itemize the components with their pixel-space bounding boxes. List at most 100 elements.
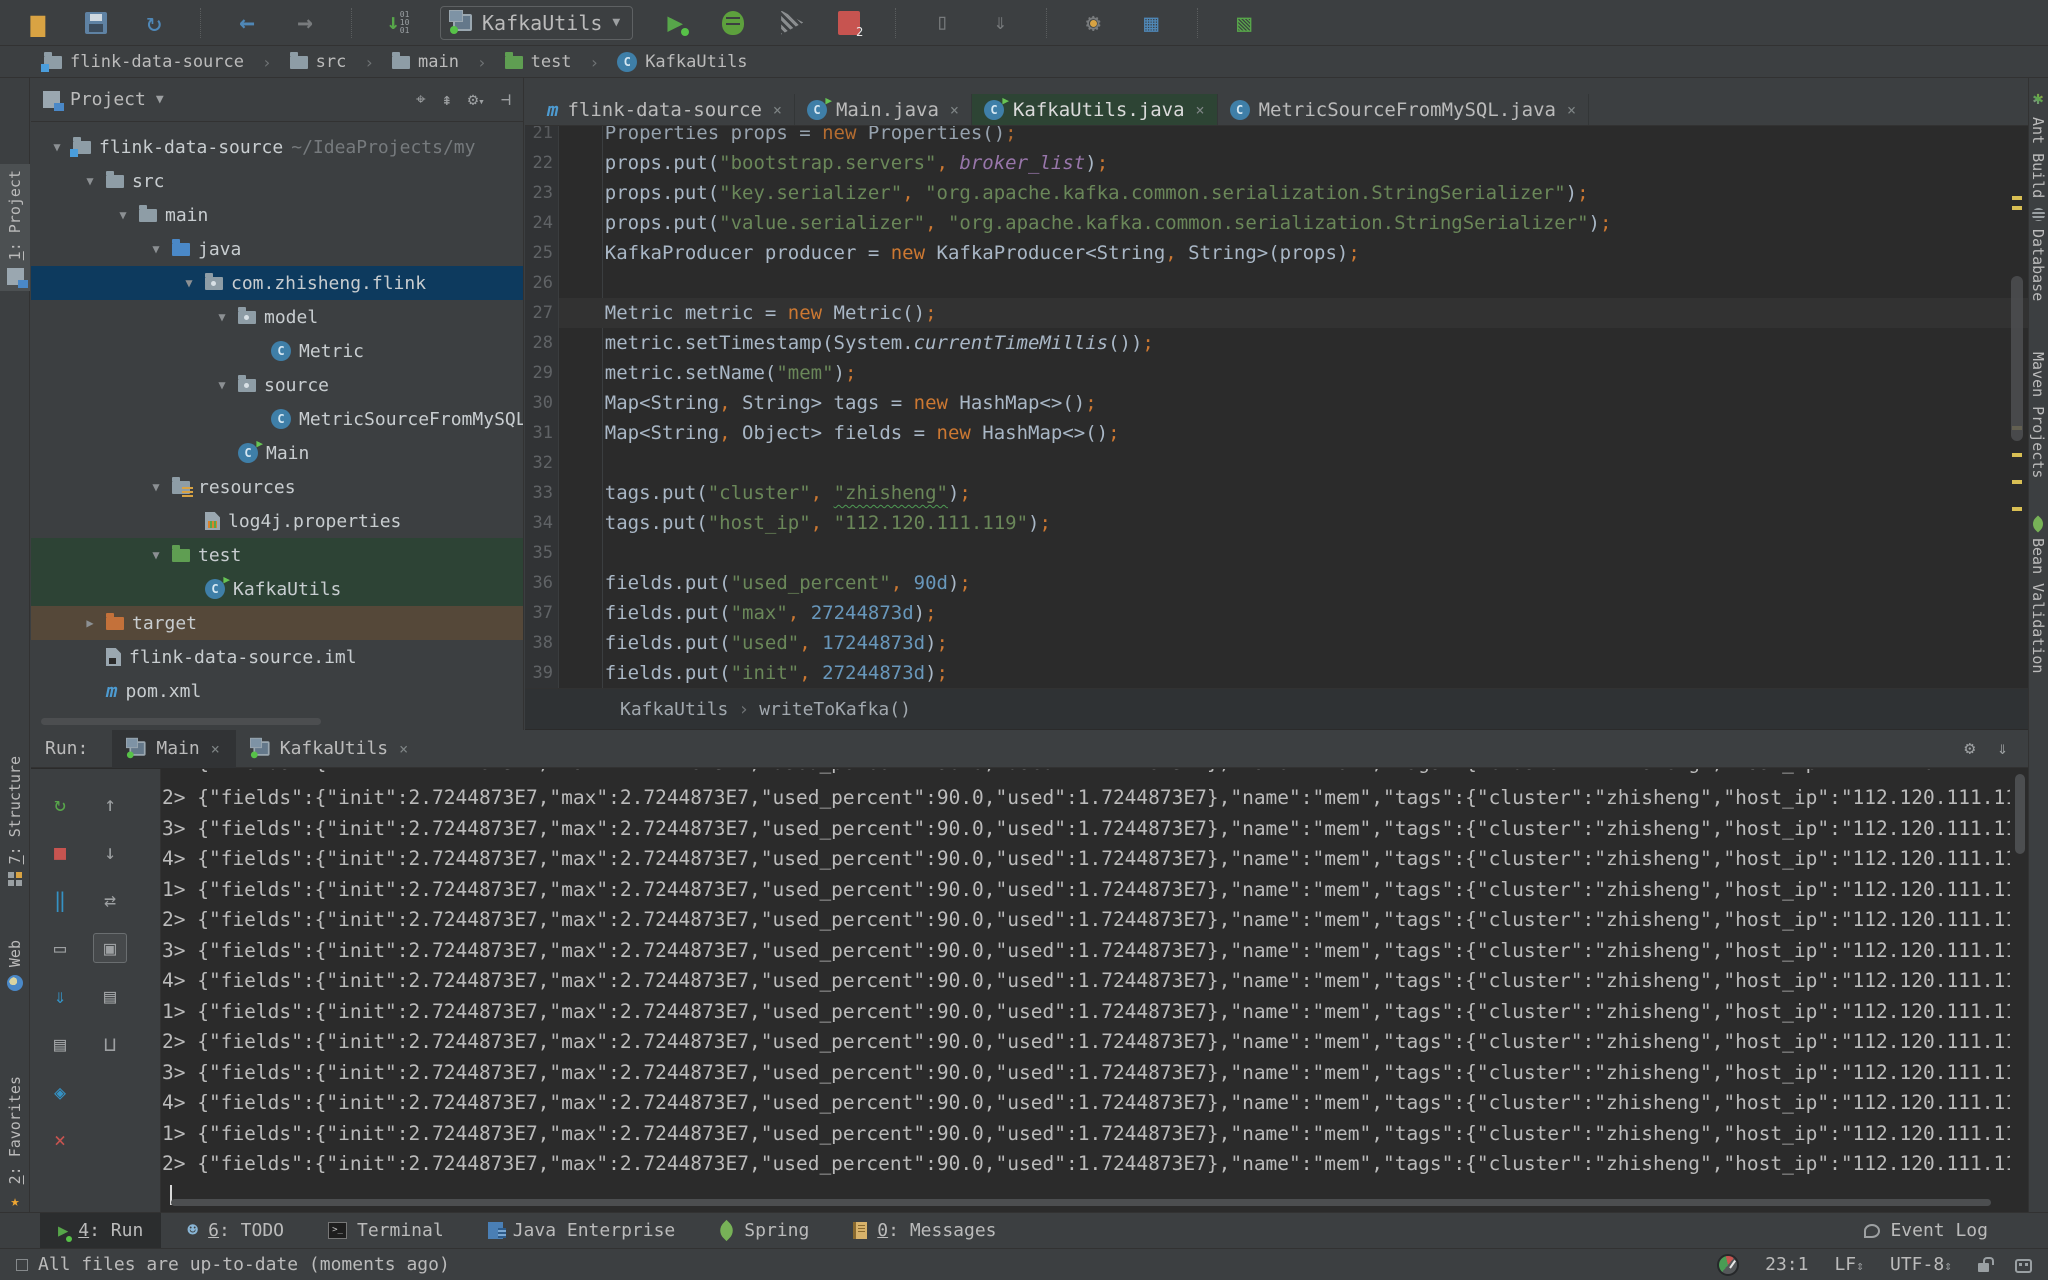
forward-icon[interactable]: →	[289, 7, 321, 39]
toolwindow-button-todo[interactable]: ☻6: TODO	[169, 1213, 302, 1249]
tree-row-pom-xml[interactable]: mpom.xml	[31, 674, 523, 708]
tree-expand-arrow[interactable]: ▶	[82, 616, 98, 630]
sidebar-item-structure[interactable]: 7: Structure	[0, 750, 30, 892]
run-configuration-select[interactable]: KafkaUtils ▼	[440, 6, 633, 40]
show-screen-icon[interactable]: ▤	[43, 1029, 77, 1059]
tab-main-java[interactable]: CMain.java×	[795, 94, 972, 125]
sidebar-item-ant-build[interactable]: ✱Ant Build	[2025, 88, 2048, 198]
tree-row-kafkautils[interactable]: CKafkaUtils	[31, 572, 523, 606]
close-icon[interactable]: ×	[211, 740, 220, 758]
tree-row-flink-data-source[interactable]: ▼flink-data-source ~/IdeaProjects/my	[31, 130, 523, 164]
clear-all-icon[interactable]: ⊔	[93, 1029, 127, 1059]
print-icon[interactable]: ▤	[93, 981, 127, 1011]
tree-row-java[interactable]: ▼java	[31, 232, 523, 266]
toolwindow-button-javaenterprise[interactable]: Java Enterprise	[470, 1213, 694, 1249]
soft-wrap-icon[interactable]: ⇄	[93, 885, 127, 915]
scroll-to-end-icon[interactable]: ▣	[93, 933, 127, 963]
toolwindow-button-messages[interactable]: 0: Messages	[835, 1213, 1014, 1249]
tree-row-main[interactable]: ▼main	[31, 198, 523, 232]
breadcrumb-item-test[interactable]: test	[501, 52, 576, 72]
tree-row-target[interactable]: ▶target	[31, 606, 523, 640]
debug-button[interactable]	[717, 7, 749, 39]
stop-button[interactable]: 2	[833, 7, 865, 39]
run-tab-main[interactable]: Main×	[112, 730, 235, 768]
tab-flink-data-source[interactable]: mflink-data-source×	[535, 94, 795, 125]
settings-icon[interactable]: ⚙	[1077, 7, 1109, 39]
tree-expand-arrow[interactable]: ▼	[181, 276, 197, 290]
run-tab-kafkautils[interactable]: KafkaUtils×	[236, 730, 424, 768]
tree-row-resources[interactable]: ▼resources	[31, 470, 523, 504]
sidebar-item-project[interactable]: 1: Project	[0, 164, 30, 291]
console-output[interactable]: 2> {"fields":{"init":2.7244873E7,"max":2…	[162, 769, 2010, 1212]
memory-indicator-icon[interactable]	[1717, 1254, 1739, 1276]
toolwindow-button-spring[interactable]: Spring	[701, 1213, 827, 1249]
tree-expand-arrow[interactable]: ▼	[49, 140, 65, 154]
restore-layout-icon[interactable]: ▭	[43, 933, 77, 963]
close-icon[interactable]: ×	[1567, 101, 1576, 119]
save-all-icon[interactable]	[80, 7, 112, 39]
locate-file-icon[interactable]: ⌖	[416, 90, 426, 110]
breadcrumb-item-src[interactable]: src	[286, 52, 351, 72]
code-editor[interactable]: 21 Properties props = new Properties();2…	[525, 126, 2028, 688]
close-icon[interactable]: ×	[773, 101, 782, 119]
tree-expand-arrow[interactable]: ▼	[115, 208, 131, 222]
encoding-select[interactable]: UTF-8⇕	[1890, 1254, 1952, 1275]
sidebar-item-maven-projects[interactable]: Maven Projects	[2025, 344, 2048, 478]
tree-row-metric[interactable]: CMetric	[31, 334, 523, 368]
tab-metricsourcefrommysql-java[interactable]: CMetricSourceFromMySQL.java×	[1218, 94, 1589, 125]
tree-row-metricsourcefrommysql[interactable]: CMetricSourceFromMySQL	[31, 402, 523, 436]
dump-threads-icon[interactable]: ⇓	[984, 7, 1016, 39]
stop-icon[interactable]: ■	[43, 837, 77, 867]
tree-row-test[interactable]: ▼test	[31, 538, 523, 572]
tree-row-main[interactable]: CMain	[31, 436, 523, 470]
back-icon[interactable]: ←	[231, 7, 263, 39]
chevron-down-icon[interactable]: ▼	[156, 92, 164, 107]
tree-expand-arrow[interactable]: ▼	[148, 480, 164, 494]
tree-expand-arrow[interactable]: ▼	[214, 310, 230, 324]
close-icon[interactable]: ×	[950, 101, 959, 119]
toolwindow-button-run[interactable]: ▶4: Run	[40, 1213, 161, 1249]
gear-icon[interactable]: ⚙▾	[468, 90, 485, 110]
line-ending-select[interactable]: LF⇕	[1834, 1254, 1864, 1275]
run-settings-gear-icon[interactable]: ⚙	[1964, 738, 1975, 759]
tree-expand-arrow[interactable]: ▼	[148, 548, 164, 562]
breadcrumb-class[interactable]: KafkaUtils	[620, 699, 728, 720]
tree-row-src[interactable]: ▼src	[31, 164, 523, 198]
hide-panel-icon[interactable]: ⊣	[501, 90, 511, 110]
run-button[interactable]: ▶	[659, 7, 691, 39]
close-icon[interactable]: ×	[1196, 101, 1205, 119]
tree-row-log4j-properties[interactable]: log4j.properties	[31, 504, 523, 538]
breadcrumb-method[interactable]: writeToKafka()	[759, 699, 911, 720]
close-icon[interactable]: ×	[399, 740, 408, 758]
close-icon[interactable]: ×	[43, 1125, 77, 1155]
editor-scrollbar[interactable]	[2011, 276, 2023, 441]
up-stack-trace-icon[interactable]: ↑	[93, 789, 127, 819]
run-dock-icon[interactable]: ⇓	[1997, 738, 2008, 759]
tree-row-com-zhisheng-flink[interactable]: ▼com.zhisheng.flink	[31, 266, 523, 300]
attach-profiler-icon[interactable]: ▯	[926, 7, 958, 39]
install-plugin-icon[interactable]: ▧	[1228, 7, 1260, 39]
ide-errors-icon[interactable]	[2015, 1259, 2032, 1273]
project-structure-icon[interactable]: ▦	[1135, 7, 1167, 39]
synchronize-icon[interactable]: ↻	[138, 7, 170, 39]
collapse-all-icon[interactable]: ⇞	[442, 90, 452, 110]
rerun-icon[interactable]: ↻	[43, 789, 77, 819]
open-project-icon[interactable]: ▆	[22, 7, 54, 39]
project-hscrollbar[interactable]	[41, 718, 321, 725]
profiler-icon[interactable]: ◈	[43, 1077, 77, 1107]
import-thread-dump-icon[interactable]: ⇓	[43, 981, 77, 1011]
tree-expand-arrow[interactable]: ▼	[148, 242, 164, 256]
tree-row-source[interactable]: ▼source	[31, 368, 523, 402]
down-stack-trace-icon[interactable]: ↓	[93, 837, 127, 867]
tree-expand-arrow[interactable]: ▼	[82, 174, 98, 188]
tree-row-model[interactable]: ▼model	[31, 300, 523, 334]
status-menu-icon[interactable]	[16, 1259, 28, 1271]
event-log-button[interactable]: Event Log	[1864, 1220, 2048, 1241]
console-hscrollbar[interactable]	[171, 1199, 1991, 1206]
update-project-icon[interactable]: ↓011001	[382, 7, 414, 39]
tree-expand-arrow[interactable]: ▼	[214, 378, 230, 392]
sidebar-item-database[interactable]: Database	[2025, 208, 2048, 301]
unlock-icon[interactable]	[1978, 1263, 1989, 1272]
tab-kafkautils-java[interactable]: CKafkaUtils.java×	[972, 94, 1218, 125]
breadcrumb-item-flink-data-source[interactable]: flink-data-source	[40, 52, 248, 72]
